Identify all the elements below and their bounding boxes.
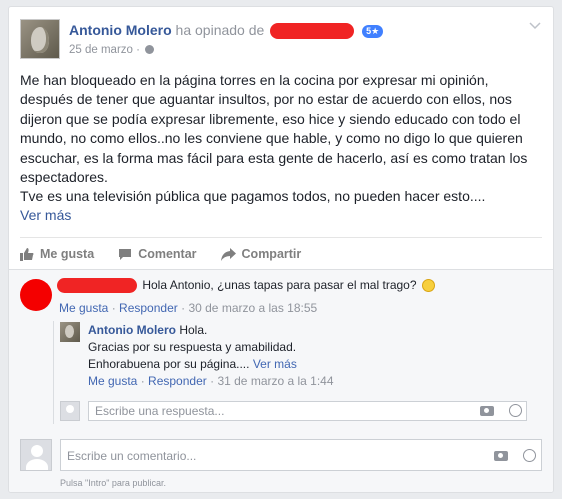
- reply-like-link[interactable]: Me gusta: [88, 374, 137, 388]
- comment-time[interactable]: 30 de marzo a las 18:55: [188, 301, 317, 315]
- comment-button[interactable]: Comentar: [118, 243, 197, 265]
- post-actions: Me gusta Comentar Compartir: [20, 243, 325, 265]
- reply-reply-link[interactable]: Responder: [148, 374, 207, 388]
- commenter-avatar[interactable]: [20, 279, 52, 311]
- post-meta: 25 de marzo ·: [69, 44, 155, 56]
- share-button[interactable]: Compartir: [220, 243, 302, 265]
- post-paragraph: Tve es una televisión pública que pagamo…: [20, 188, 486, 205]
- reply-time[interactable]: 31 de marzo a la 1:44: [217, 374, 333, 388]
- reply-author-name[interactable]: Antonio Molero: [88, 323, 176, 337]
- reply-line-3: Enhorabuena por su página....: [88, 357, 250, 371]
- divider: [20, 237, 542, 238]
- comment-icon: [119, 248, 132, 260]
- redacted-commenter-name: [57, 278, 137, 294]
- smiley-icon: [421, 279, 435, 293]
- emoji-icon[interactable]: [509, 404, 523, 417]
- camera-icon[interactable]: [480, 406, 494, 418]
- share-label: Compartir: [241, 247, 302, 261]
- camera-icon[interactable]: [494, 451, 508, 463]
- reply-body: Antonio Molero Hola. Gracias por su resp…: [88, 322, 297, 373]
- thumbs-up-icon: [20, 248, 34, 261]
- author-name[interactable]: Antonio Molero: [69, 22, 172, 38]
- comment-label: Comentar: [138, 247, 197, 261]
- post-paragraph: Me han bloqueado en la página torres en …: [20, 72, 528, 186]
- rating-badge: 5★: [362, 24, 384, 38]
- comment-reply-link[interactable]: Responder: [119, 301, 178, 315]
- meta-separator: ·: [136, 44, 140, 56]
- globe-icon: [145, 45, 155, 55]
- meta-dot: ·: [181, 301, 186, 315]
- review-verb: ha opinado de: [175, 22, 265, 38]
- like-label: Me gusta: [40, 247, 95, 261]
- user-avatar-small: [60, 401, 80, 421]
- comment-meta: Me gusta · Responder · 30 de marzo a las…: [59, 301, 317, 315]
- meta-dot: ·: [111, 301, 116, 315]
- share-icon: [220, 247, 236, 261]
- see-more-link[interactable]: Ver más: [20, 207, 71, 223]
- redacted-page-name: [270, 23, 355, 40]
- comment-like-link[interactable]: Me gusta: [59, 301, 108, 315]
- comment-body: Hola Antonio, ¿unas tapas para pasar el …: [57, 278, 435, 294]
- like-button[interactable]: Me gusta: [20, 243, 94, 265]
- post-card: Antonio Molero ha opinado de 5★ 25 de ma…: [8, 6, 554, 493]
- comments-section: Hola Antonio, ¿unas tapas para pasar el …: [9, 269, 553, 492]
- chevron-down-icon[interactable]: [529, 19, 541, 33]
- submit-hint: Pulsa "Intro" para publicar.: [60, 478, 166, 488]
- reply-input[interactable]: Escribe una respuesta...: [88, 401, 527, 421]
- meta-dot: ·: [210, 374, 215, 388]
- emoji-icon[interactable]: [523, 449, 537, 462]
- post-body: Me han bloqueado en la página torres en …: [20, 71, 545, 207]
- reply-author-avatar[interactable]: [60, 322, 80, 342]
- user-avatar: [20, 439, 52, 471]
- meta-dot: ·: [140, 374, 145, 388]
- comment-input[interactable]: Escribe un comentario...: [60, 439, 542, 471]
- reply-line-2: Gracias por su respuesta y amabilidad.: [88, 340, 297, 354]
- reply-meta: Me gusta · Responder · 31 de marzo a la …: [88, 374, 334, 388]
- post-date[interactable]: 25 de marzo: [69, 44, 133, 56]
- reply-thread-line: [53, 321, 54, 424]
- reply-see-more-link[interactable]: Ver más: [253, 357, 297, 371]
- comment-text: Hola Antonio, ¿unas tapas para pasar el …: [142, 278, 417, 292]
- post-header: Antonio Molero ha opinado de 5★: [69, 22, 384, 40]
- author-avatar[interactable]: [20, 19, 60, 59]
- reply-line-1: Hola.: [179, 323, 208, 337]
